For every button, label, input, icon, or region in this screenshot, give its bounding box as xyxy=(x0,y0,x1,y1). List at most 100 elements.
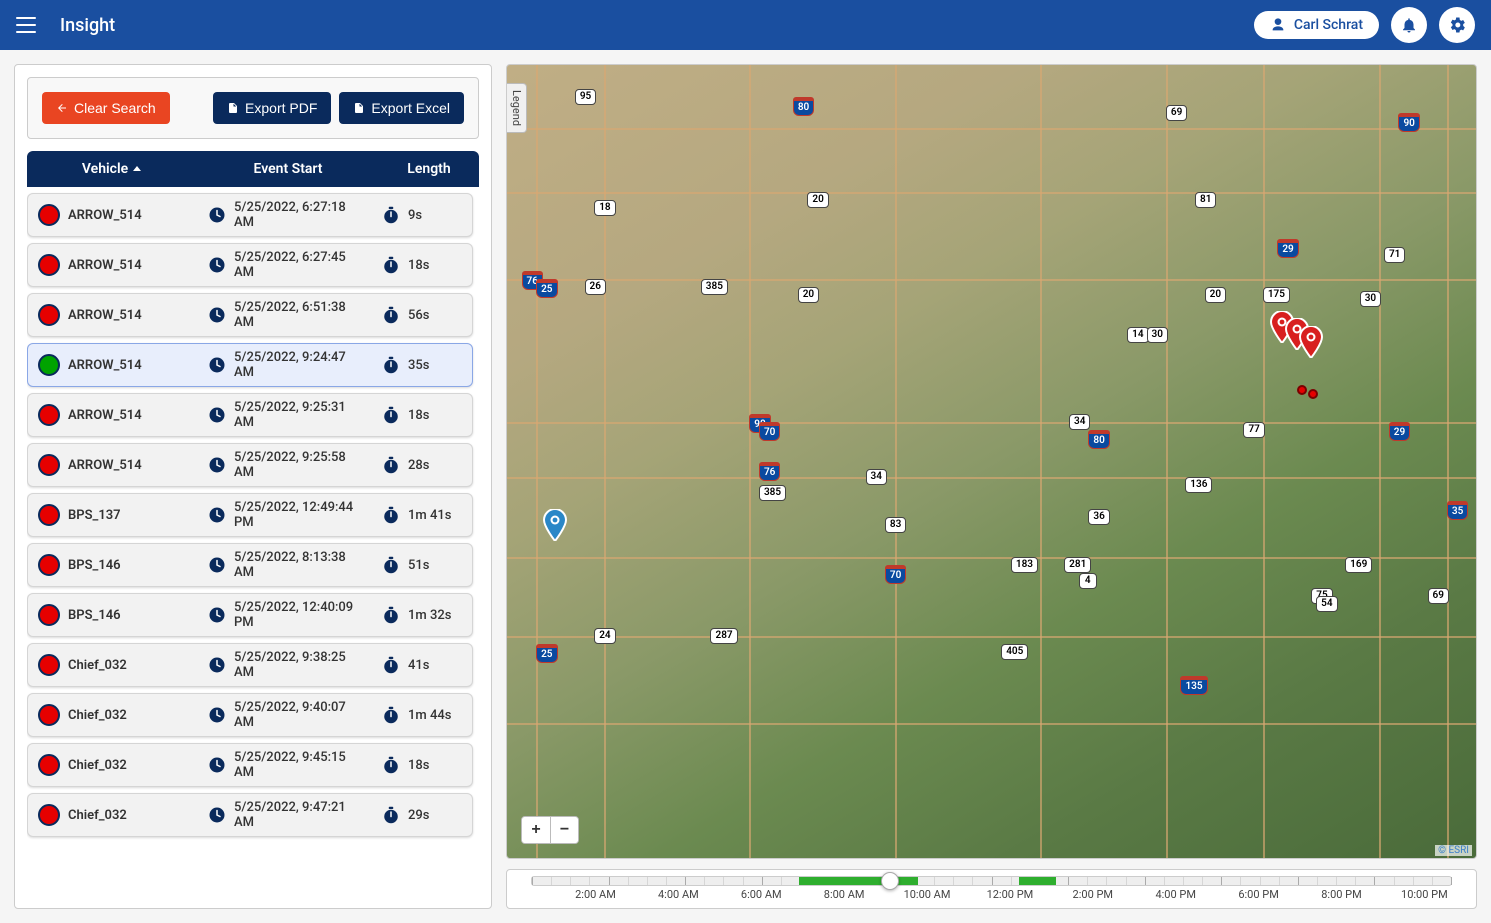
route-shield: 71 xyxy=(1384,247,1405,263)
col-length[interactable]: Length xyxy=(379,151,479,187)
col-vehicle[interactable]: Vehicle xyxy=(27,151,197,187)
event-start-value: 5/25/2022, 9:38:25 AM xyxy=(234,650,362,680)
event-start-value: 5/25/2022, 9:45:15 AM xyxy=(234,750,362,780)
route-shield: 35 xyxy=(1447,501,1468,520)
col-event-start-label: Event Start xyxy=(253,161,322,177)
status-dot xyxy=(38,354,60,376)
length-value: 1m 44s xyxy=(408,708,451,723)
table-row[interactable]: ARROW_5145/25/2022, 6:27:18 AM9s xyxy=(27,193,473,237)
table-row[interactable]: BPS_1465/25/2022, 12:40:09 PM1m 32s xyxy=(27,593,473,637)
zoom-control: + − xyxy=(521,816,579,844)
table-row[interactable]: Chief_0325/25/2022, 9:45:15 AM18s xyxy=(27,743,473,787)
clock-icon xyxy=(208,806,226,824)
user-icon xyxy=(1270,17,1286,33)
export-excel-label: Export Excel xyxy=(371,100,450,116)
length-value: 41s xyxy=(408,658,429,673)
route-shield: 76 xyxy=(759,462,780,481)
route-shield: 34 xyxy=(866,469,887,485)
table-row[interactable]: Chief_0325/25/2022, 9:47:21 AM29s xyxy=(27,793,473,837)
map-marker[interactable] xyxy=(543,509,567,541)
map-dot[interactable] xyxy=(1297,385,1307,395)
status-dot xyxy=(38,304,60,326)
col-vehicle-label: Vehicle xyxy=(82,161,128,177)
length-value: 18s xyxy=(408,758,429,773)
route-shield: 25 xyxy=(536,644,557,663)
route-shield: 34 xyxy=(1069,414,1090,430)
legend-toggle[interactable]: Legend xyxy=(507,83,527,133)
time-slider[interactable]: 2:00 AM4:00 AM6:00 AM8:00 AM10:00 AM12:0… xyxy=(506,869,1477,909)
table-row[interactable]: Chief_0325/25/2022, 9:40:07 AM1m 44s xyxy=(27,693,473,737)
route-shield: 18 xyxy=(594,200,615,216)
route-shield: 80 xyxy=(1088,430,1109,449)
sort-asc-icon xyxy=(132,164,142,174)
stopwatch-icon xyxy=(382,206,400,224)
clear-search-label: Clear Search xyxy=(74,100,156,116)
clear-search-button[interactable]: Clear Search xyxy=(42,92,170,124)
map[interactable]: Legend + − © ESRI 8095182076252638520907… xyxy=(506,64,1477,859)
clock-icon xyxy=(208,656,226,674)
route-shield: 29 xyxy=(1389,422,1410,441)
table-row[interactable]: BPS_1465/25/2022, 8:13:38 AM51s xyxy=(27,543,473,587)
status-dot xyxy=(38,604,60,626)
time-label: 8:00 AM xyxy=(824,888,865,901)
export-excel-button[interactable]: Export Excel xyxy=(339,92,464,124)
clock-icon xyxy=(208,456,226,474)
time-segment xyxy=(1019,877,1056,885)
clock-icon xyxy=(208,556,226,574)
status-dot xyxy=(38,254,60,276)
clock-icon xyxy=(208,206,226,224)
status-dot xyxy=(38,804,60,826)
status-dot xyxy=(38,404,60,426)
route-shield: 136 xyxy=(1185,477,1212,493)
results-panel: Clear Search Export PDF Export Excel Veh… xyxy=(14,64,492,909)
event-start-value: 5/25/2022, 6:27:18 AM xyxy=(234,200,362,230)
time-label: 6:00 AM xyxy=(741,888,782,901)
export-pdf-button[interactable]: Export PDF xyxy=(213,92,331,124)
route-shield: 90 xyxy=(1398,113,1419,132)
stopwatch-icon xyxy=(382,656,400,674)
zoom-out-button[interactable]: − xyxy=(550,817,578,843)
notifications-button[interactable] xyxy=(1391,7,1427,43)
table-row[interactable]: ARROW_5145/25/2022, 9:24:47 AM35s xyxy=(27,343,473,387)
table-body[interactable]: ARROW_5145/25/2022, 6:27:18 AM9s ARROW_51… xyxy=(27,187,479,896)
arrow-left-icon xyxy=(56,102,68,114)
user-name: Carl Schrat xyxy=(1294,17,1363,33)
event-start-value: 5/25/2022, 9:25:58 AM xyxy=(234,450,362,480)
clock-icon xyxy=(208,356,226,374)
route-shield: 80 xyxy=(793,97,814,116)
length-value: 1m 32s xyxy=(408,608,451,623)
vehicle-label: BPS_146 xyxy=(68,608,121,623)
table-row[interactable]: ARROW_5145/25/2022, 6:27:45 AM18s xyxy=(27,243,473,287)
vehicle-label: ARROW_514 xyxy=(68,408,142,423)
user-chip[interactable]: Carl Schrat xyxy=(1254,11,1379,39)
settings-button[interactable] xyxy=(1439,7,1475,43)
route-shield: 183 xyxy=(1011,557,1038,573)
route-shield: 95 xyxy=(575,89,596,105)
event-start-value: 5/25/2022, 9:25:31 AM xyxy=(234,400,362,430)
table-row[interactable]: ARROW_5145/25/2022, 9:25:31 AM18s xyxy=(27,393,473,437)
map-marker[interactable] xyxy=(1299,326,1323,358)
route-shield: 281 xyxy=(1064,557,1091,573)
stopwatch-icon xyxy=(382,506,400,524)
clock-icon xyxy=(208,306,226,324)
stopwatch-icon xyxy=(382,406,400,424)
file-icon xyxy=(353,102,365,114)
time-slider-track[interactable] xyxy=(531,876,1452,886)
map-dot[interactable] xyxy=(1308,389,1318,399)
route-shield: 83 xyxy=(885,517,906,533)
time-segment xyxy=(799,877,918,885)
event-start-value: 5/25/2022, 8:13:38 AM xyxy=(234,550,362,580)
route-shield: 25 xyxy=(536,279,557,298)
route-shield: 30 xyxy=(1360,291,1381,307)
status-dot xyxy=(38,704,60,726)
zoom-in-button[interactable]: + xyxy=(522,817,550,843)
route-shield: 70 xyxy=(885,565,906,584)
table-row[interactable]: ARROW_5145/25/2022, 6:51:38 AM56s xyxy=(27,293,473,337)
col-event-start[interactable]: Event Start xyxy=(197,151,379,187)
vehicle-label: ARROW_514 xyxy=(68,308,142,323)
table-row[interactable]: Chief_0325/25/2022, 9:38:25 AM41s xyxy=(27,643,473,687)
table-row[interactable]: BPS_1375/25/2022, 12:49:44 PM1m 41s xyxy=(27,493,473,537)
menu-button[interactable] xyxy=(16,17,36,33)
table-row[interactable]: ARROW_5145/25/2022, 9:25:58 AM28s xyxy=(27,443,473,487)
stopwatch-icon xyxy=(382,356,400,374)
